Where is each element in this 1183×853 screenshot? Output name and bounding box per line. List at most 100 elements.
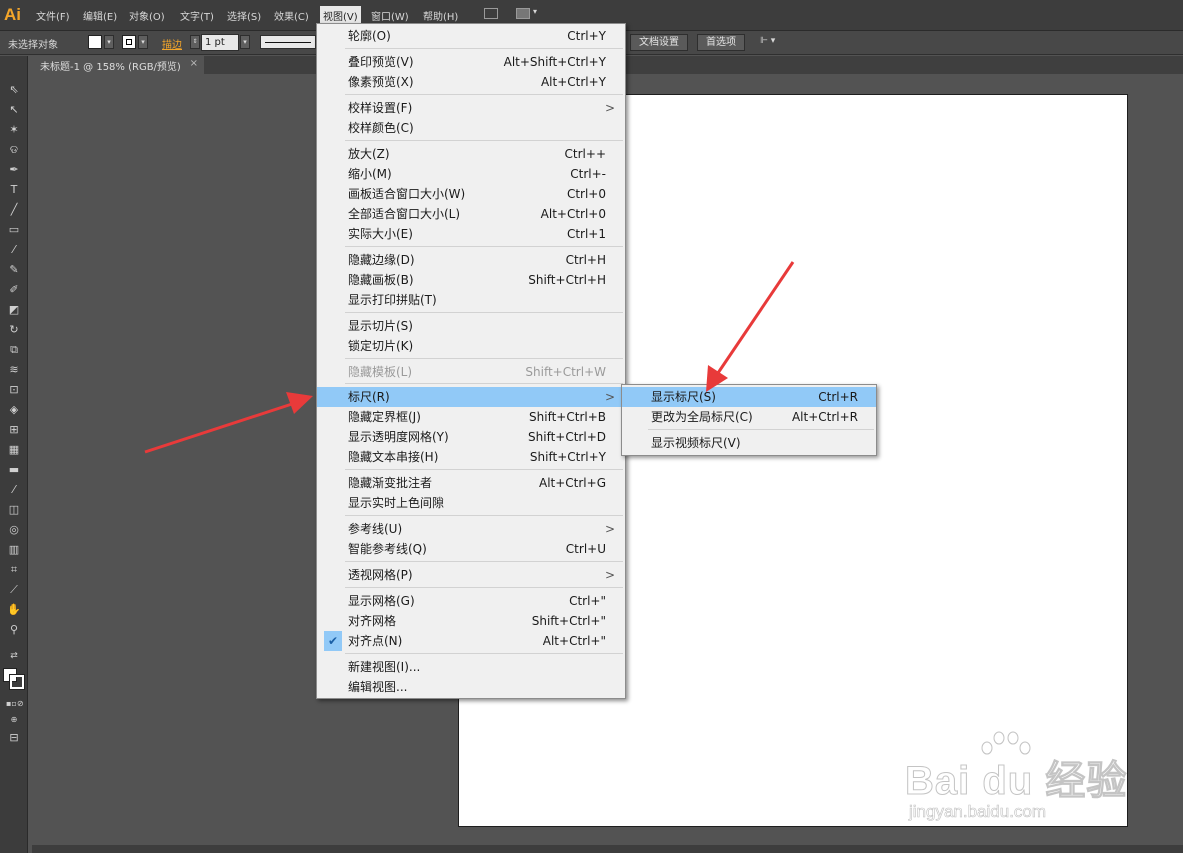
shape-builder-tool-icon[interactable]: ◈: [6, 402, 22, 418]
view-menu-item[interactable]: 放大(Z) Ctrl++: [317, 144, 625, 164]
menu-edit[interactable]: 编辑(E): [83, 8, 117, 23]
view-menu-item[interactable]: 对齐网格 Shift+Ctrl+": [317, 611, 625, 631]
view-menu-item[interactable]: 显示打印拼贴(T): [317, 290, 625, 310]
view-menu-item[interactable]: 校样颜色(C): [317, 118, 625, 138]
fill-dropdown-icon[interactable]: ▾: [104, 35, 114, 49]
pen-tool-icon[interactable]: ✒: [6, 162, 22, 178]
eyedropper-tool-icon[interactable]: ⁄: [6, 482, 22, 498]
view-menu-item[interactable]: 编辑视图...: [317, 677, 625, 697]
view-menu-item[interactable]: 透视网格(P) >: [317, 565, 625, 585]
preferences-button[interactable]: 首选项: [697, 34, 745, 51]
menu-effect[interactable]: 效果(C): [274, 8, 309, 23]
view-menu-item-label: 画板适合窗口大小(W): [348, 187, 466, 201]
arrange-documents-icon[interactable]: [516, 8, 530, 19]
eraser-tool-icon[interactable]: ◩: [6, 302, 22, 318]
perspective-grid-tool-icon[interactable]: ⊞: [6, 422, 22, 438]
ruler-submenu-item[interactable]: 更改为全局标尺(C) Alt+Ctrl+R: [622, 407, 876, 427]
mesh-tool-icon[interactable]: ▦: [6, 442, 22, 458]
pencil-tool-icon[interactable]: ✎: [6, 262, 22, 278]
document-tab[interactable]: 未标题-1 @ 158% (RGB/预览) ×: [32, 56, 204, 74]
document-setup-button[interactable]: 文档设置: [630, 34, 688, 51]
stroke-color-icon[interactable]: [9, 674, 25, 690]
swap-colors-icon[interactable]: ⇄: [6, 648, 22, 664]
lasso-tool-icon[interactable]: ଡ: [6, 142, 22, 158]
document-arrange-icon[interactable]: ⊩ ▾: [760, 36, 775, 46]
symbol-sprayer-tool-icon[interactable]: ◎: [6, 522, 22, 538]
stroke-weight-input[interactable]: 1 pt: [201, 34, 239, 51]
menu-file[interactable]: 文件(F): [36, 8, 70, 23]
menu-help[interactable]: 帮助(H): [423, 8, 458, 23]
view-menu-item-label: 轮廓(O): [348, 29, 391, 43]
drawing-mode-icon[interactable]: ⊕: [6, 712, 22, 728]
view-menu-item[interactable]: 全部适合窗口大小(L) Alt+Ctrl+0: [317, 204, 625, 224]
view-menu-item[interactable]: 像素预览(X) Alt+Ctrl+Y: [317, 72, 625, 92]
fill-swatch[interactable]: [88, 35, 102, 49]
menu-separator: [345, 515, 623, 516]
paintbrush-tool-icon[interactable]: ⁄: [6, 242, 22, 258]
direct-selection-tool-icon[interactable]: ↖: [6, 102, 22, 118]
bridge-icon[interactable]: [484, 8, 498, 19]
view-menu-item[interactable]: 校样设置(F) >: [317, 98, 625, 118]
view-menu-item[interactable]: 标尺(R) >: [317, 387, 625, 407]
view-menu-item-label: 隐藏定界框(J): [348, 410, 421, 424]
view-menu-item[interactable]: 缩小(M) Ctrl+-: [317, 164, 625, 184]
view-menu-item[interactable]: 画板适合窗口大小(W) Ctrl+0: [317, 184, 625, 204]
color-mode-icon[interactable]: ▪▫⊘: [6, 696, 24, 712]
view-menu-item-shortcut: Ctrl+Y: [567, 29, 606, 43]
view-menu-item[interactable]: 隐藏定界框(J) Shift+Ctrl+B: [317, 407, 625, 427]
menu-type[interactable]: 文字(T): [180, 8, 214, 23]
scale-tool-icon[interactable]: ⧉: [6, 342, 22, 358]
view-menu-item[interactable]: 显示切片(S): [317, 316, 625, 336]
ruler-submenu-item[interactable]: 显示标尺(S) Ctrl+R: [622, 387, 876, 407]
zoom-tool-icon[interactable]: ⚲: [6, 622, 22, 638]
stroke-weight-stepper-icon[interactable]: ⇕: [190, 35, 200, 49]
view-menu-item[interactable]: 叠印预览(V) Alt+Shift+Ctrl+Y: [317, 52, 625, 72]
column-graph-tool-icon[interactable]: ▥: [6, 542, 22, 558]
rectangle-tool-icon[interactable]: ▭: [6, 222, 22, 238]
view-menu-item-label: 隐藏画板(B): [348, 273, 414, 287]
chevron-down-icon[interactable]: ▾: [533, 7, 537, 16]
menu-object[interactable]: 对象(O): [129, 8, 165, 23]
view-menu-item[interactable]: 隐藏文本串接(H) Shift+Ctrl+Y: [317, 447, 625, 467]
view-menu-item[interactable]: ✔ 对齐点(N) Alt+Ctrl+": [317, 631, 625, 651]
view-menu-item-label: 全部适合窗口大小(L): [348, 207, 461, 221]
artboard-tool-icon[interactable]: ⌗: [6, 562, 22, 578]
magic-wand-tool-icon[interactable]: ✶: [6, 122, 22, 138]
stroke-label[interactable]: 描边: [162, 36, 182, 51]
slice-tool-icon[interactable]: ⟋: [6, 582, 22, 598]
warp-tool-icon[interactable]: ≋: [6, 362, 22, 378]
view-menu-item[interactable]: 显示透明度网格(Y) Shift+Ctrl+D: [317, 427, 625, 447]
menu-separator: [345, 48, 623, 49]
view-menu-item[interactable]: 显示网格(G) Ctrl+": [317, 591, 625, 611]
selection-tool-icon[interactable]: ⇖: [6, 82, 22, 98]
view-menu-item[interactable]: 隐藏渐变批注者 Alt+Ctrl+G: [317, 473, 625, 493]
screen-mode-icon[interactable]: ⊟: [6, 730, 22, 746]
blend-tool-icon[interactable]: ◫: [6, 502, 22, 518]
document-tab-title: 未标题-1 @ 158% (RGB/预览): [40, 62, 181, 73]
stroke-dropdown-icon[interactable]: ▾: [138, 35, 148, 49]
blob-brush-tool-icon[interactable]: ✐: [6, 282, 22, 298]
gradient-tool-icon[interactable]: ▬: [6, 462, 22, 478]
view-menu-item[interactable]: 轮廓(O) Ctrl+Y: [317, 26, 625, 46]
view-menu-item[interactable]: 参考线(U) >: [317, 519, 625, 539]
menu-window[interactable]: 窗口(W): [371, 8, 409, 23]
line-tool-icon[interactable]: ╱: [6, 202, 22, 218]
view-menu-item[interactable]: 智能参考线(Q) Ctrl+U: [317, 539, 625, 559]
close-icon[interactable]: ×: [190, 58, 198, 69]
menu-select[interactable]: 选择(S): [227, 8, 261, 23]
view-menu-item[interactable]: 新建视图(I)...: [317, 657, 625, 677]
hand-tool-icon[interactable]: ✋: [6, 602, 22, 618]
view-menu-item[interactable]: 锁定切片(K): [317, 336, 625, 356]
view-menu-item[interactable]: 显示实时上色间隙: [317, 493, 625, 513]
rotate-tool-icon[interactable]: ↻: [6, 322, 22, 338]
ruler-submenu-item[interactable]: 显示视频标尺(V): [622, 433, 876, 453]
stroke-weight-dropdown-icon[interactable]: ▾: [240, 35, 250, 49]
view-menu-item[interactable]: 隐藏画板(B) Shift+Ctrl+H: [317, 270, 625, 290]
view-menu-item[interactable]: 实际大小(E) Ctrl+1: [317, 224, 625, 244]
free-transform-tool-icon[interactable]: ⊡: [6, 382, 22, 398]
view-menu-item[interactable]: 隐藏边缘(D) Ctrl+H: [317, 250, 625, 270]
variable-width-profile[interactable]: [260, 35, 316, 49]
type-tool-icon[interactable]: T: [6, 182, 22, 198]
menu-separator: [345, 653, 623, 654]
stroke-swatch[interactable]: [122, 35, 136, 49]
